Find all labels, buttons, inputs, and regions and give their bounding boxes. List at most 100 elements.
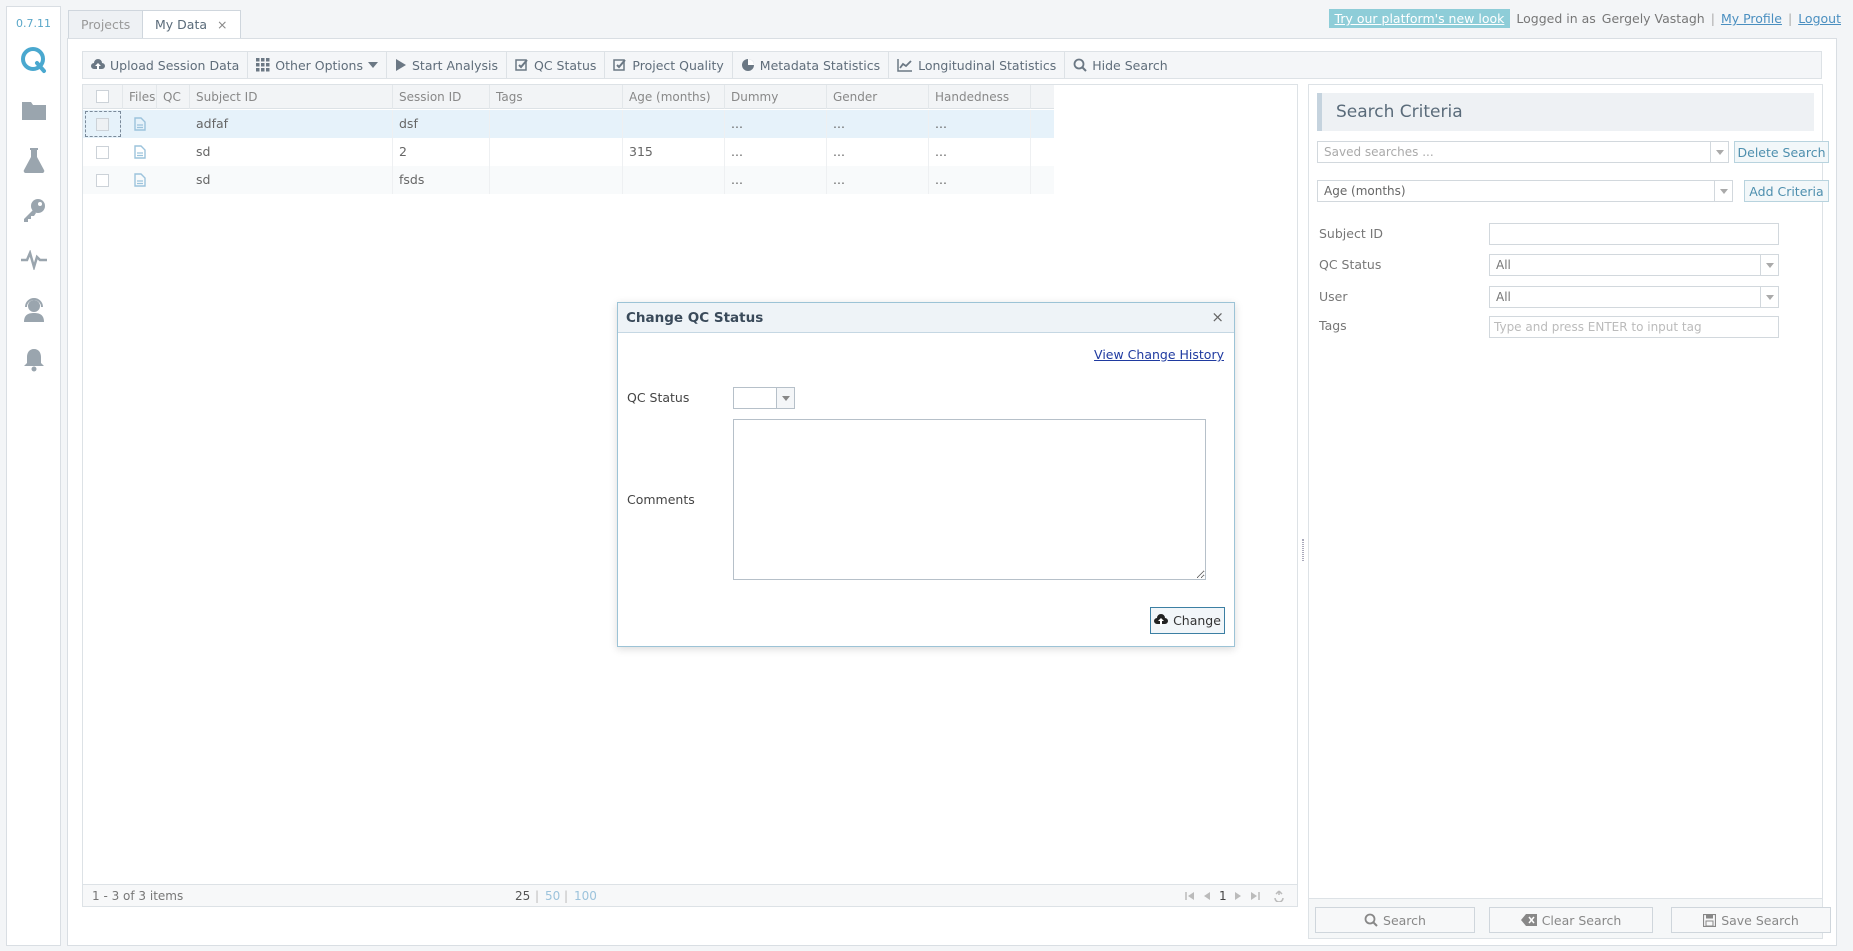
age-cell (623, 110, 725, 138)
tags-cell (490, 166, 623, 194)
search-button[interactable]: Search (1315, 907, 1475, 933)
chevron-down-icon[interactable] (776, 388, 794, 408)
handedness-cell: ... (929, 110, 1031, 138)
save-search-label: Save Search (1721, 912, 1799, 928)
file-icon[interactable] (133, 117, 147, 131)
page-size-100[interactable]: 100 (574, 889, 597, 903)
saved-searches-combo[interactable]: Saved searches ... (1317, 141, 1729, 163)
tab-projects[interactable]: Projects (68, 10, 144, 38)
row-checkbox[interactable] (96, 118, 109, 131)
cloud-upload-icon (91, 59, 105, 70)
save-search-button[interactable]: Save Search (1671, 907, 1831, 933)
add-criteria-button[interactable]: Add Criteria (1744, 180, 1829, 202)
checkbox-icon (613, 59, 627, 71)
panel-splitter[interactable] (1300, 84, 1306, 907)
dialog-title: Change QC Status (626, 310, 764, 326)
change-button[interactable]: Change (1150, 607, 1225, 634)
select-all-checkbox[interactable] (96, 90, 109, 103)
close-icon[interactable]: × (1211, 308, 1224, 326)
column-header[interactable]: Tags (490, 85, 623, 109)
chevron-down-icon[interactable] (1714, 181, 1732, 201)
search-panel-title: Search Criteria (1317, 93, 1814, 131)
column-header[interactable]: Dummy (725, 85, 827, 109)
handedness-cell: ... (929, 166, 1031, 194)
session-id-cell: dsf (393, 110, 490, 138)
metadata-statistics-button[interactable]: Metadata Statistics (733, 52, 890, 78)
separator: | (564, 889, 569, 903)
grid-icon (256, 58, 270, 72)
column-header[interactable]: Age (months) (623, 85, 725, 109)
change-button-label: Change (1173, 613, 1221, 628)
new-look-link[interactable]: Try our platform's new look (1328, 9, 1511, 28)
qc-status-select[interactable] (733, 387, 795, 409)
chevron-down-icon[interactable] (1760, 287, 1778, 307)
chevron-down-icon[interactable] (1710, 142, 1728, 162)
pulse-icon[interactable] (17, 243, 51, 277)
start-analysis-button[interactable]: Start Analysis (387, 52, 508, 78)
other-options-button[interactable]: Other Options (248, 52, 387, 78)
criteria-value: Age (months) (1324, 184, 1406, 198)
chevron-down-icon[interactable] (1760, 255, 1778, 275)
tags-input[interactable]: Type and press ENTER to input tag (1489, 316, 1779, 338)
logout-link[interactable]: Logout (1798, 11, 1841, 26)
prev-page-icon[interactable] (1202, 891, 1212, 901)
clear-search-button[interactable]: Clear Search (1489, 907, 1653, 933)
subject-id-cell: sd (190, 166, 393, 194)
table-row[interactable]: sd fsds ... ... ... (83, 166, 1054, 194)
left-navigation: 0.7.11 (6, 6, 61, 946)
support-agent-icon[interactable] (17, 293, 51, 327)
page-size-25[interactable]: 25 (515, 889, 530, 903)
comments-textarea[interactable] (733, 419, 1206, 580)
user-select[interactable]: All (1489, 286, 1779, 308)
header-select-all[interactable] (83, 85, 123, 109)
view-change-history-link[interactable]: View Change History (1094, 347, 1224, 362)
last-page-icon[interactable] (1250, 891, 1260, 901)
qc-status-button[interactable]: QC Status (507, 52, 606, 78)
upload-session-data-button[interactable]: Upload Session Data (83, 52, 249, 78)
next-page-icon[interactable] (1233, 891, 1243, 901)
current-page[interactable]: 1 (1219, 889, 1227, 903)
column-header[interactable]: Session ID (393, 85, 490, 109)
chevron-down-icon (368, 62, 378, 68)
column-header[interactable]: Gender (827, 85, 929, 109)
row-checkbox[interactable] (96, 174, 109, 187)
bell-icon[interactable] (17, 343, 51, 377)
dummy-cell: ... (725, 166, 827, 194)
file-icon[interactable] (133, 173, 147, 187)
criteria-combo[interactable]: Age (months) (1317, 180, 1733, 202)
line-chart-icon (897, 59, 913, 72)
delete-search-button[interactable]: Delete Search (1734, 141, 1829, 163)
start-analysis-label: Start Analysis (412, 57, 499, 73)
longitudinal-statistics-button[interactable]: Longitudinal Statistics (889, 52, 1066, 78)
qc-status-value: All (1496, 258, 1511, 272)
refresh-icon[interactable] (1273, 890, 1285, 902)
tab-my-data[interactable]: My Data × (142, 10, 241, 38)
page-size-50[interactable]: 50 (545, 889, 560, 903)
my-profile-link[interactable]: My Profile (1721, 11, 1782, 26)
first-page-icon[interactable] (1185, 891, 1195, 901)
separator: | (1710, 11, 1715, 26)
table-row[interactable]: sd 2 315 ... ... ... (83, 138, 1054, 166)
table-row[interactable]: adfaf dsf ... ... ... (83, 110, 1054, 138)
column-header[interactable]: QC (157, 85, 190, 109)
column-header[interactable]: Files (123, 85, 157, 109)
key-icon[interactable] (17, 193, 51, 227)
project-quality-button[interactable]: Project Quality (605, 52, 733, 78)
row-checkbox[interactable] (96, 146, 109, 159)
handedness-cell: ... (929, 138, 1031, 166)
close-icon[interactable]: × (217, 17, 227, 32)
play-icon (396, 59, 406, 71)
flask-icon[interactable] (17, 143, 51, 177)
q-logo-icon[interactable] (17, 43, 51, 77)
gender-cell: ... (827, 110, 929, 138)
comments-label: Comments (627, 492, 695, 507)
hide-search-button[interactable]: Hide Search (1065, 52, 1175, 78)
subject-id-input[interactable] (1489, 223, 1779, 245)
file-icon[interactable] (133, 145, 147, 159)
column-header[interactable]: Handedness (929, 85, 1031, 109)
folder-icon[interactable] (17, 93, 51, 127)
column-header[interactable]: Subject ID (190, 85, 393, 109)
tags-placeholder: Type and press ENTER to input tag (1494, 320, 1702, 334)
qc-status-select[interactable]: All (1489, 254, 1779, 276)
project-quality-label: Project Quality (632, 57, 724, 73)
